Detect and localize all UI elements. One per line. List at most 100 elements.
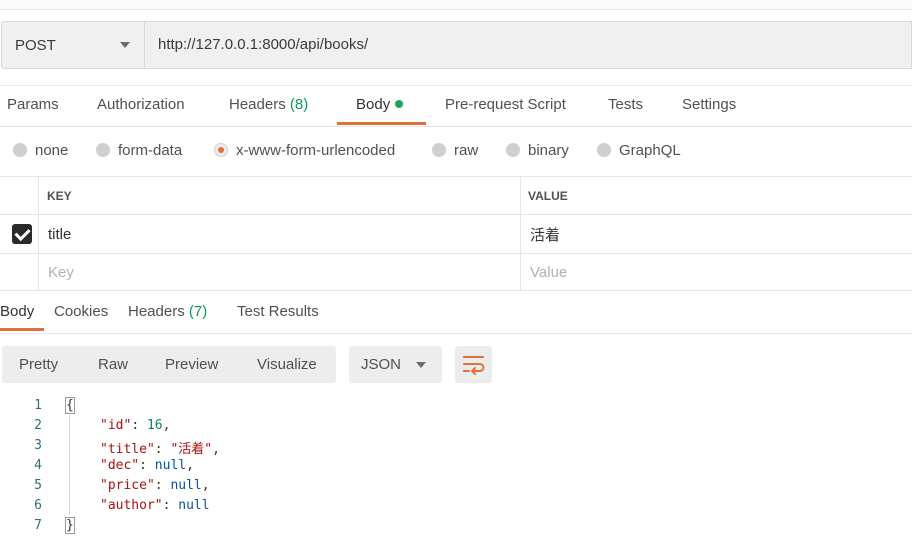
radio-raw[interactable]: raw bbox=[432, 126, 478, 176]
tab-label: Test Results bbox=[237, 303, 319, 320]
json-punctuation: , bbox=[212, 442, 220, 457]
json-punctuation: , bbox=[186, 458, 194, 473]
pretty-button[interactable]: Pretty bbox=[19, 346, 58, 383]
json-key: "title" bbox=[100, 442, 155, 457]
tab-response-body[interactable]: Body bbox=[0, 292, 34, 332]
radio-circle bbox=[597, 143, 611, 157]
json-key: "price" bbox=[100, 478, 155, 493]
line-number: 5 bbox=[34, 478, 42, 493]
radio-circle bbox=[96, 143, 110, 157]
value-cell[interactable]: 活着 bbox=[530, 215, 560, 253]
method-select[interactable]: POST bbox=[2, 22, 145, 68]
wrap-lines-icon bbox=[463, 356, 485, 375]
tab-test-results[interactable]: Test Results bbox=[237, 292, 319, 332]
radio-label: none bbox=[35, 142, 69, 159]
format-select[interactable]: JSON bbox=[349, 346, 442, 383]
tab-body[interactable]: Body bbox=[356, 86, 404, 126]
response-tabs: Body Cookies Headers (7) Test Results bbox=[0, 292, 912, 334]
row-checkbox[interactable] bbox=[12, 215, 32, 253]
json-key: "id" bbox=[100, 418, 132, 433]
radio-circle-selected bbox=[214, 143, 228, 157]
tab-cookies[interactable]: Cookies bbox=[54, 292, 108, 332]
json-punctuation: , bbox=[162, 418, 171, 433]
view-mode-group: Pretty Raw Preview Visualize bbox=[2, 346, 336, 383]
divider bbox=[520, 254, 521, 290]
tab-pre-request-script[interactable]: Pre-request Script bbox=[445, 86, 566, 126]
radio-graphql[interactable]: GraphQL bbox=[597, 126, 681, 176]
radio-label: GraphQL bbox=[619, 142, 681, 159]
code-line[interactable]: "id": 16, bbox=[100, 418, 170, 433]
radio-none[interactable]: none bbox=[13, 126, 68, 176]
table-header-row: KEY VALUE bbox=[0, 177, 912, 215]
format-label: JSON bbox=[361, 356, 402, 373]
visualize-button[interactable]: Visualize bbox=[257, 346, 317, 383]
line-number: 4 bbox=[34, 458, 42, 473]
divider bbox=[38, 215, 39, 253]
raw-button[interactable]: Raw bbox=[98, 346, 128, 383]
checkmark-icon bbox=[12, 224, 32, 244]
radio-label: form-data bbox=[118, 142, 183, 159]
tab-authorization[interactable]: Authorization bbox=[97, 86, 185, 126]
divider bbox=[38, 254, 39, 290]
json-punctuation: , bbox=[201, 478, 210, 493]
line-number: 7 bbox=[34, 518, 42, 533]
preview-button[interactable]: Preview bbox=[165, 346, 218, 383]
divider bbox=[520, 215, 521, 253]
indent-guide bbox=[69, 415, 70, 515]
top-strip bbox=[0, 0, 912, 10]
url-input[interactable]: http://127.0.0.1:8000/api/books/ bbox=[158, 22, 368, 68]
tab-label: Cookies bbox=[54, 303, 109, 320]
tab-label: Pre-request Script bbox=[445, 96, 566, 113]
json-literal: null bbox=[170, 478, 202, 493]
code-line[interactable]: "author": null bbox=[100, 498, 210, 513]
json-literal: null bbox=[154, 458, 187, 473]
code-line[interactable]: "dec": null, bbox=[100, 458, 194, 473]
tab-label: Headers bbox=[128, 303, 185, 320]
line-number: 1 bbox=[34, 398, 42, 413]
line-number: 6 bbox=[34, 498, 42, 513]
json-literal: null bbox=[178, 498, 210, 513]
radio-label: binary bbox=[528, 142, 569, 159]
radio-circle bbox=[506, 143, 520, 157]
code-line[interactable]: } bbox=[65, 517, 75, 534]
radio-x-www-form-urlencoded[interactable]: x-www-form-urlencoded bbox=[214, 126, 395, 176]
tab-params[interactable]: Params bbox=[7, 86, 59, 126]
tab-headers[interactable]: Headers (8) bbox=[229, 86, 308, 126]
tab-tests[interactable]: Tests bbox=[608, 86, 643, 126]
key-header: KEY bbox=[47, 188, 72, 203]
response-body-viewer: 1 2 3 4 5 6 7 { "id": 16, "title": "活着",… bbox=[0, 395, 912, 545]
json-key: "dec" bbox=[100, 458, 140, 473]
request-tabs: Params Authorization Headers (8) Body Pr… bbox=[0, 85, 912, 127]
value-input[interactable]: Value bbox=[530, 254, 567, 290]
modified-dot-icon bbox=[395, 100, 404, 108]
chevron-down-icon bbox=[120, 42, 130, 48]
radio-form-data[interactable]: form-data bbox=[96, 126, 182, 176]
tab-label: Settings bbox=[682, 96, 737, 113]
wrap-lines-button[interactable] bbox=[455, 346, 492, 383]
code-line[interactable]: { bbox=[65, 397, 75, 414]
radio-binary[interactable]: binary bbox=[506, 126, 569, 176]
line-number: 3 bbox=[34, 438, 42, 453]
json-key: "author" bbox=[100, 498, 163, 513]
active-tab-indicator bbox=[337, 122, 426, 125]
code-line[interactable]: "title": "活着", bbox=[100, 438, 220, 457]
divider bbox=[520, 177, 521, 214]
table-row: title 活着 bbox=[0, 215, 912, 254]
key-input[interactable]: Key bbox=[48, 254, 74, 290]
table-row-empty: Key Value bbox=[0, 254, 912, 291]
tab-response-headers[interactable]: Headers (7) bbox=[128, 292, 207, 332]
tab-settings[interactable]: Settings bbox=[682, 86, 736, 126]
params-table: KEY VALUE title 活着 Key Value bbox=[0, 177, 912, 291]
tab-label: Body bbox=[0, 303, 35, 320]
tab-label: Params bbox=[7, 96, 59, 113]
tab-label: Tests bbox=[608, 96, 644, 113]
json-punctuation bbox=[147, 458, 155, 473]
line-number: 2 bbox=[34, 418, 42, 433]
divider bbox=[38, 177, 39, 214]
key-cell[interactable]: title bbox=[48, 215, 71, 253]
headers-count: (8) bbox=[289, 96, 309, 113]
code-line[interactable]: "price": null, bbox=[100, 478, 210, 493]
radio-label: x-www-form-urlencoded bbox=[236, 142, 396, 159]
code-token: { bbox=[65, 397, 75, 414]
chevron-down-icon bbox=[416, 362, 426, 368]
